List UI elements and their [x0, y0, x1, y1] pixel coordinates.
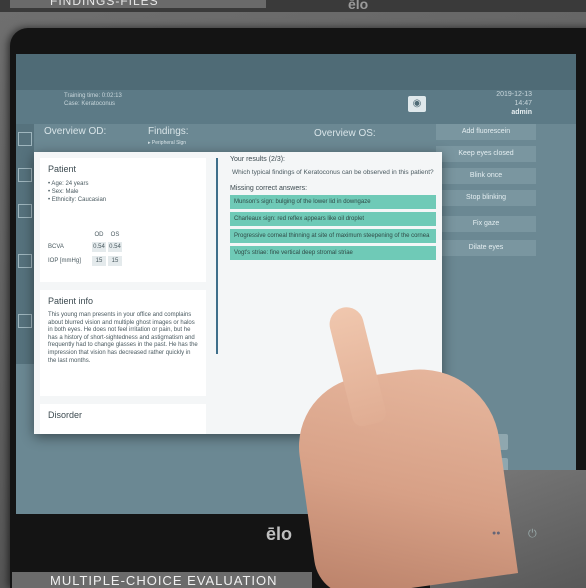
- top-monitor-logo: ēlo: [348, 0, 369, 12]
- time-label: 14:47: [514, 100, 532, 107]
- missing-answers-title: Missing correct answers:: [230, 185, 308, 192]
- rail-tool-5[interactable]: [18, 314, 32, 328]
- rail-tool-1[interactable]: [18, 132, 32, 146]
- bezel-logo: ēlo: [266, 524, 293, 544]
- disorder-card[interactable]: Disorder: [40, 404, 206, 434]
- patient-sex: • Sex: Male: [48, 189, 79, 195]
- bcva-os: 0.54: [108, 242, 122, 252]
- answer-charleaux[interactable]: Charleaux sign: red reflex appears like …: [230, 212, 436, 226]
- left-tool-rail: [16, 124, 34, 364]
- patient-info-card: Patient info This young man presents in …: [40, 290, 206, 396]
- patient-age: • Age: 24 years: [48, 181, 89, 187]
- overview-od-label: Overview OD:: [44, 126, 107, 137]
- patient-info-text: This young man presents in your office a…: [48, 312, 198, 364]
- od-header: OD: [94, 232, 104, 238]
- training-time: Training time: 0:02:13: [64, 93, 122, 99]
- answer-corneal-thinning[interactable]: Progressive corneal thinning at site of …: [230, 229, 436, 243]
- patient-title: Patient: [48, 164, 77, 174]
- stop-blinking-button[interactable]: Stop blinking: [436, 190, 536, 206]
- results-title: Your results (2/3):: [230, 156, 285, 163]
- camera-icon[interactable]: ◉: [408, 96, 426, 112]
- datetime-user: 2019-12-13 14:47 admin: [496, 90, 532, 117]
- patient-ethnicity: • Ethnicity: Caucasian: [48, 197, 107, 203]
- patient-facts: • Age: 24 years • Sex: Male • Ethnicity:…: [48, 180, 198, 204]
- date-label: 2019-12-13: [496, 91, 532, 98]
- user-label: admin: [511, 109, 532, 116]
- monitor-controls-icon[interactable]: ●●: [492, 530, 500, 537]
- iop-od: 15: [92, 256, 106, 266]
- top-caption: FINDINGS-FILES: [10, 0, 266, 8]
- app-header: Training time: 0:02:13 Case: Keratoconus…: [16, 90, 576, 124]
- patient-info-title: Patient info: [48, 296, 94, 306]
- rail-tool-4[interactable]: [18, 254, 32, 268]
- column-divider: [216, 158, 218, 354]
- bcva-label: BCVA: [48, 244, 64, 250]
- dilate-eyes-button[interactable]: Dilate eyes: [436, 240, 536, 256]
- overview-os-label: Overview OS:: [314, 128, 376, 139]
- bcva-od: 0.54: [92, 242, 106, 252]
- case-name: Case: Keratoconus: [64, 101, 116, 107]
- rail-tool-3[interactable]: [18, 204, 32, 218]
- measurements-table: OD OS BCVA 0.54 0.54 IOP [mmHg] 15 15: [48, 230, 138, 270]
- patient-column: Patient • Age: 24 years • Sex: Male • Et…: [40, 158, 206, 434]
- iop-label: IOP [mmHg]: [48, 258, 81, 264]
- disorder-title: Disorder: [48, 410, 83, 420]
- os-header: OS: [110, 232, 120, 238]
- bottom-caption: MULTIPLE-CHOICE EVALUATION: [12, 572, 312, 588]
- findings-label: Findings:: [148, 126, 189, 137]
- findings-item[interactable]: ▸ Peripheral Slgn: [148, 140, 186, 146]
- results-question: Which typical findings of Keratoconus ca…: [232, 169, 434, 176]
- fix-gaze-button[interactable]: Fix gaze: [436, 216, 536, 232]
- keep-eyes-closed-button[interactable]: Keep eyes closed: [436, 146, 536, 162]
- rail-tool-2[interactable]: [18, 168, 32, 182]
- iop-os: 15: [108, 256, 122, 266]
- blink-once-button[interactable]: Blink once: [436, 168, 536, 184]
- session-info: Training time: 0:02:13 Case: Keratoconus: [64, 92, 122, 108]
- answer-vogt-striae[interactable]: Vogt's striae: fine vertical deep stroma…: [230, 246, 436, 260]
- patient-card: Patient • Age: 24 years • Sex: Male • Et…: [40, 158, 206, 282]
- add-fluorescein-button[interactable]: Add fluorescein: [436, 124, 536, 140]
- power-icon[interactable]: ⏻: [528, 528, 537, 541]
- results-panel: Your results (2/3): Which typical findin…: [230, 156, 436, 260]
- answer-munson[interactable]: Munson's sign: bulging of the lower lid …: [230, 195, 436, 209]
